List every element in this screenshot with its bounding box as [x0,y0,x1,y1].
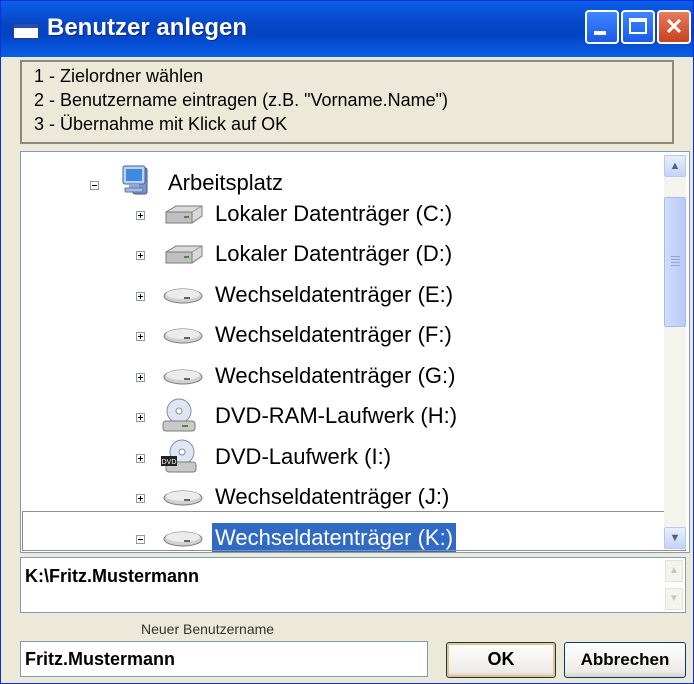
expand-toggle[interactable] [136,251,145,260]
scroll-down-button[interactable]: ▼ [664,527,686,549]
window-title: Benutzer anlegen [47,14,248,41]
expand-toggle[interactable] [136,332,145,341]
title-bar[interactable]: Benutzer anlegen ✕ [1,1,693,57]
tree-item-label: Wechseldatenträger (G:) [215,363,456,388]
new-username-input[interactable] [20,641,428,677]
tree-scrollbar[interactable]: ▲ ▼ [664,155,686,549]
tree-item-drive[interactable]: Wechseldatenträger (F:) [126,320,546,354]
close-icon: ✕ [664,14,684,39]
close-button[interactable]: ✕ [657,10,691,44]
grip-line [671,256,680,257]
tree-item-drive[interactable]: Wechseldatenträger (E:) [126,280,546,314]
cancel-button[interactable]: Abbrechen [564,642,686,678]
scroll-up-button[interactable]: ▲ [664,155,686,177]
expand-toggle[interactable] [136,211,145,220]
selected-row-frame [22,511,686,551]
instruction-step-1: 1 - Zielordner wählen [34,66,204,86]
expand-toggle[interactable] [136,413,145,422]
tree-item-label: Wechseldatenträger (J:) [215,484,450,509]
selected-path-field[interactable]: K:\Fritz.Mustermann ▲ ▼ [20,557,686,613]
tree-item-label: Wechseldatenträger (E:) [215,282,454,307]
computer-icon [122,165,148,195]
ok-button[interactable]: OK [446,642,556,678]
chevron-down-icon: ▼ [669,532,681,544]
expand-toggle[interactable] [136,373,145,382]
chevron-down-icon[interactable]: ▼ [665,588,683,610]
folder-tree[interactable]: Arbeitsplatz Lokaler Datenträger (C:) Lok… [20,151,690,553]
grip-line [671,265,680,266]
tree-item-label: Wechseldatenträger (F:) [215,322,452,347]
tree-item-label: Lokaler Datenträger (C:) [215,201,453,226]
tree-item-label: DVD-RAM-Laufwerk (H:) [215,403,458,428]
tree-item-drive[interactable]: Lokaler Datenträger (C:) [126,199,546,233]
dialog-window: Benutzer anlegen ✕ 1 - Zielordner wählen… [0,0,694,684]
grip-line [671,262,680,263]
new-username-label: Neuer Benutzername [141,621,275,637]
expand-toggle[interactable] [136,292,145,301]
chevron-up-icon: ▲ [669,160,681,172]
tree-item-drive[interactable]: Wechseldatenträger (G:) [126,361,546,395]
chevron-up-icon[interactable]: ▲ [665,560,683,582]
tree-item-drive[interactable]: DVD DVD-Laufwerk (I:) [126,439,546,476]
path-scrollbar[interactable]: ▲ ▼ [665,560,683,610]
selected-path-value: K:\Fritz.Mustermann [25,566,200,586]
collapse-toggle[interactable] [90,181,99,190]
instruction-step-2: 2 - Benutzername eintragen (z.B. "Vornam… [34,90,448,110]
tree-item-arbeitsplatz[interactable]: Arbeitsplatz [83,165,383,202]
instruction-step-3: 3 - Übernahme mit Klick auf OK [34,114,288,134]
minimize-icon [594,31,606,35]
minimize-button[interactable] [585,10,619,44]
svg-text:DVD: DVD [162,459,177,466]
maximize-icon [629,18,647,34]
tree-item-label: Arbeitsplatz [168,170,283,195]
grip-line [671,259,680,260]
maximize-button[interactable] [621,10,655,44]
expand-toggle[interactable] [136,454,145,463]
tree-item-label: Lokaler Datenträger (D:) [215,241,453,266]
instructions-panel: 1 - Zielordner wählen 2 - Benutzername e… [20,60,674,144]
tree-item-drive[interactable]: DVD-RAM-Laufwerk (H:) [126,398,546,435]
scroll-thumb[interactable] [664,197,686,327]
tree-item-label: DVD-Laufwerk (I:) [215,444,392,469]
tree-item-drive[interactable]: Lokaler Datenträger (D:) [126,239,546,273]
expand-toggle[interactable] [136,494,145,503]
window-icon [13,23,39,39]
